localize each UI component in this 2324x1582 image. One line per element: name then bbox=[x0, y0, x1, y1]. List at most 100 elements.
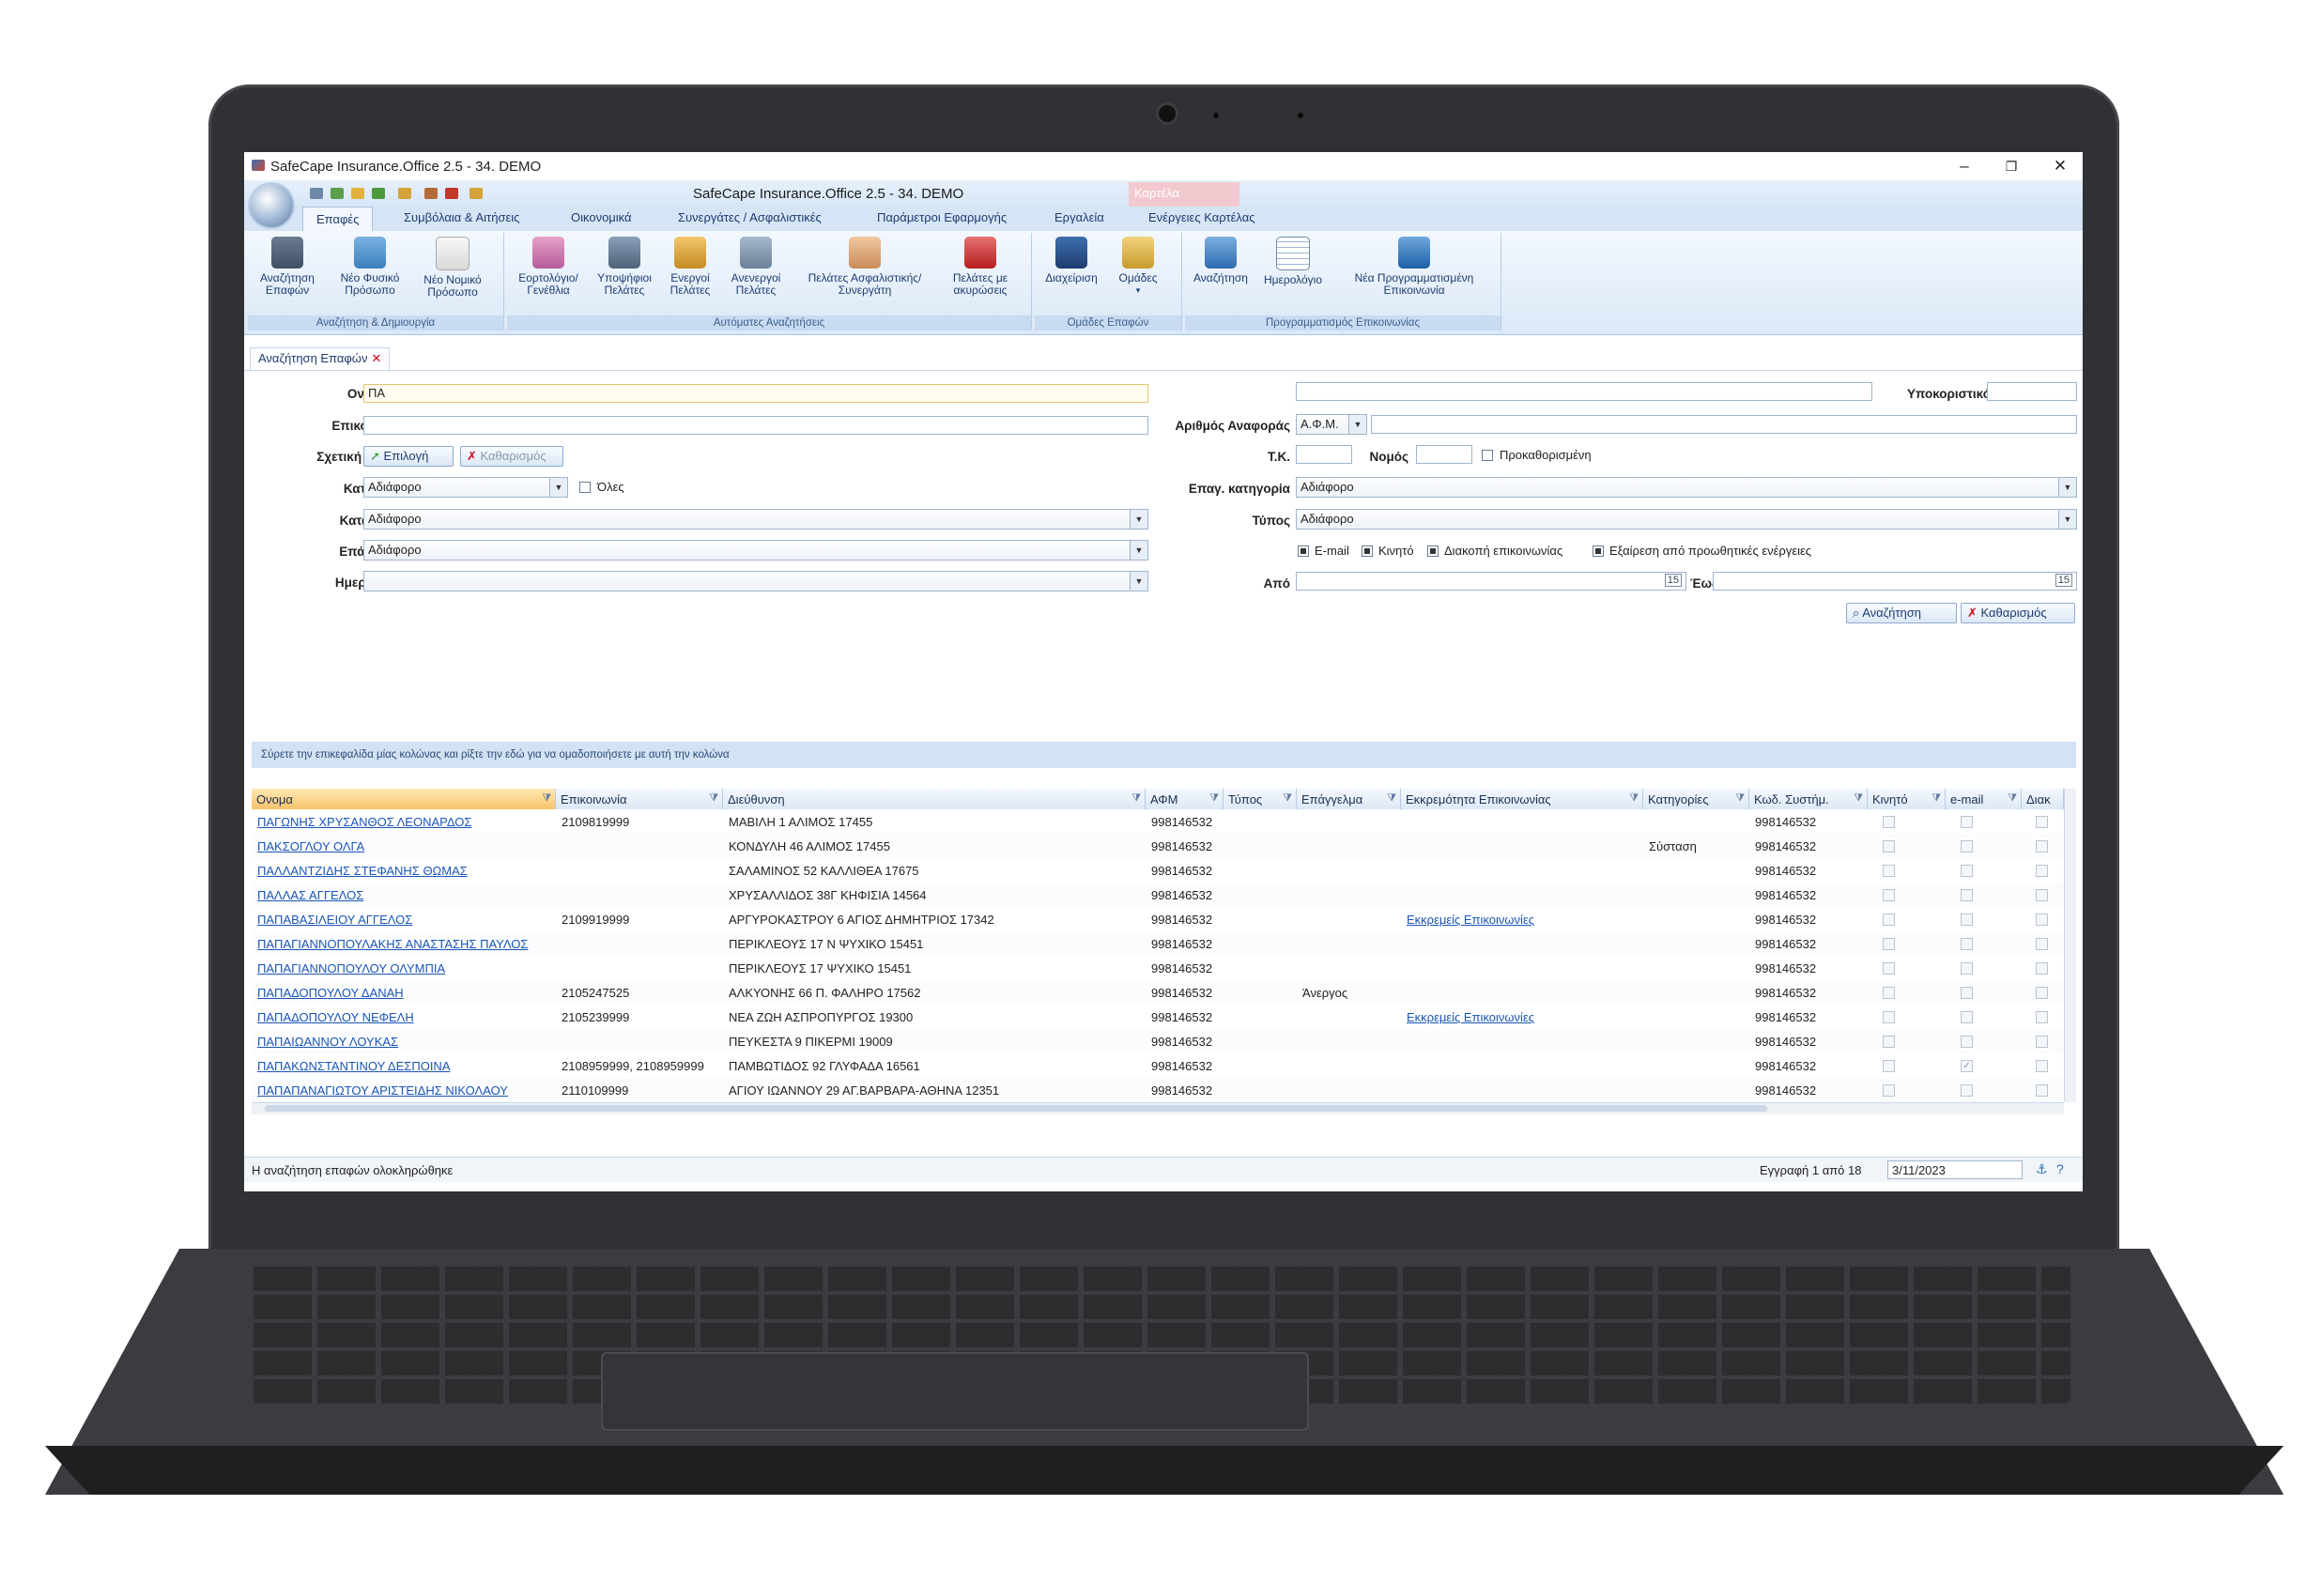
interruption-checkbox[interactable] bbox=[2036, 816, 2048, 828]
quick-action-icon[interactable] bbox=[351, 188, 364, 199]
stop-communication-checkbox[interactable] bbox=[1427, 545, 1439, 557]
epaggelma-select[interactable]: Αδιάφορο ▼ bbox=[363, 540, 1148, 561]
email-checkbox[interactable] bbox=[1961, 816, 1973, 828]
contact-name-link[interactable]: ΠΑΠΑΓΙΑΝΝΟΠΟΥΛΟΥ ΟΛΥΜΠΙΑ bbox=[257, 961, 556, 975]
column-header-mobile[interactable]: Κινητό ⧩ bbox=[1868, 789, 1946, 809]
minimize-button[interactable]: – bbox=[1944, 154, 1985, 178]
interruption-checkbox[interactable] bbox=[2036, 1060, 2048, 1072]
contact-name-link[interactable]: ΠΑΠΑΔΟΠΟΥΛΟΥ ΔΑΝΑΗ bbox=[257, 986, 556, 1000]
prospects-button[interactable]: Υποψήφιοι Πελάτες bbox=[592, 237, 657, 297]
filter-icon[interactable]: ⧩ bbox=[2008, 792, 2017, 805]
anchor-icon[interactable]: ⚓ bbox=[2036, 1161, 2048, 1177]
email-checkbox[interactable] bbox=[1961, 1011, 1973, 1023]
mobile-checkbox[interactable] bbox=[1883, 1036, 1895, 1048]
mobile-checkbox[interactable] bbox=[1883, 865, 1895, 877]
vertical-scrollbar[interactable] bbox=[2064, 789, 2076, 1102]
groups-button[interactable]: Ομάδες ▾ bbox=[1110, 237, 1166, 297]
filter-icon[interactable]: ⧩ bbox=[1209, 792, 1219, 805]
contact-name-link[interactable]: ΠΑΠΑΓΙΑΝΝΟΠΟΥΛΑΚΗΣ ΑΝΑΣΤΑΣΗΣ ΠΑΥΛΟΣ bbox=[257, 937, 556, 951]
mobile-checkbox[interactable] bbox=[1883, 889, 1895, 901]
filter-icon[interactable]: ⧩ bbox=[1854, 792, 1863, 805]
contact-name-link[interactable]: ΠΑΓΩΝΗΣ ΧΡΥΣΑΝΘΟΣ ΛΕΟΝΑΡΔΟΣ bbox=[257, 815, 556, 829]
column-header-email[interactable]: e-mail ⧩ bbox=[1946, 789, 2022, 809]
interruption-checkbox[interactable] bbox=[2036, 1036, 2048, 1048]
tab-partners[interactable]: Συνεργάτες / Ασφαλιστικές bbox=[678, 210, 822, 224]
proepilegmeni-checkbox[interactable] bbox=[1482, 450, 1493, 461]
table-row[interactable]: ΠΑΠΑΔΟΠΟΥΛΟΥ ΔΑΝΑΗ 2105247525 ΑΛΚΥΟΝΗΣ 66 … bbox=[252, 980, 2064, 1005]
inactive-clients-button[interactable]: Ανενεργοί Πελάτες bbox=[723, 237, 789, 297]
interruption-checkbox[interactable] bbox=[2036, 987, 2048, 999]
email-checkbox[interactable] bbox=[1961, 987, 1973, 999]
contact-name-link[interactable]: ΠΑΠΑΠΑΝΑΓΙΩΤΟΥ ΑΡΙΣΤΕΙΔΗΣ ΝΙΚΟΛΑΟΥ bbox=[257, 1083, 556, 1098]
email-checkbox[interactable] bbox=[1961, 1036, 1973, 1048]
filter-icon[interactable]: ⧩ bbox=[1387, 792, 1396, 805]
mobile-checkbox[interactable] bbox=[1883, 1011, 1895, 1023]
table-row[interactable]: ΠΑΛΛΑΣ ΑΓΓΕΛΟΣ ΧΡΥΣΑΛΛΙΔΟΣ 38Γ ΚΗΦΙΣΙΑ 14… bbox=[252, 883, 2064, 907]
imerominia-select[interactable]: ▼ bbox=[363, 571, 1148, 591]
arithmos-type-select[interactable]: Α.Φ.Μ. ▼ bbox=[1296, 414, 1367, 435]
mobile-checkbox[interactable] bbox=[1883, 914, 1895, 926]
email-checkbox[interactable]: ✓ bbox=[1961, 1060, 1973, 1072]
email-checkbox[interactable] bbox=[1961, 1084, 1973, 1097]
email-checkbox[interactable] bbox=[1961, 962, 1973, 975]
onoma-input[interactable] bbox=[1296, 382, 1872, 401]
new-scheduled-communication-button[interactable]: Νέα Προγραμματισμένη Επικοινωνία bbox=[1331, 237, 1497, 297]
pending-communication-link[interactable]: Εκκρεμείς Επικοινωνίες bbox=[1407, 1010, 1643, 1024]
quick-action-icon[interactable] bbox=[310, 188, 323, 199]
insurer-clients-button[interactable]: Πελάτες Ασφαλιστικής/ Συνεργάτη bbox=[794, 237, 935, 297]
calendar-icon[interactable]: 15 bbox=[2055, 574, 2072, 587]
horizontal-scrollbar[interactable] bbox=[252, 1102, 2064, 1114]
table-row[interactable]: ΠΑΠΑΔΟΠΟΥΛΟΥ ΝΕΦΕΛΗ 2105239999 ΝΕΑ ΖΩΗ ΑΣΠ… bbox=[252, 1005, 2064, 1029]
epikoinonia-input[interactable] bbox=[363, 416, 1148, 435]
filter-icon[interactable]: ⧩ bbox=[1735, 792, 1745, 805]
tab-contacts[interactable]: Επαφές bbox=[302, 207, 374, 231]
mobile-checkbox[interactable] bbox=[1883, 938, 1895, 950]
ypokoristiko-input[interactable] bbox=[1987, 382, 2077, 401]
katastasi-select[interactable]: Αδιάφορο ▼ bbox=[363, 509, 1148, 530]
arithmos-anaforas-input[interactable] bbox=[1371, 415, 2077, 434]
select-button[interactable]: ➚ Επιλογή bbox=[363, 446, 454, 467]
mobile-checkbox[interactable] bbox=[1883, 1060, 1895, 1072]
column-header-afm[interactable]: ΑΦΜ ⧩ bbox=[1146, 789, 1224, 809]
contact-name-link[interactable]: ΠΑΚΣΟΓΛΟΥ ΟΛΓΑ bbox=[257, 839, 556, 853]
interruption-checkbox[interactable] bbox=[2036, 1011, 2048, 1023]
filter-icon[interactable]: ⧩ bbox=[1629, 792, 1639, 805]
mobile-checkbox[interactable] bbox=[1883, 987, 1895, 999]
doc-tab-contact-search[interactable]: Αναζήτηση Επαφών ✕ bbox=[250, 347, 391, 370]
eos-date-input[interactable]: 15 bbox=[1713, 572, 2077, 591]
contact-name-link[interactable]: ΠΑΛΛΑΣ ΑΓΓΕΛΟΣ bbox=[257, 888, 556, 902]
tab-contracts[interactable]: Συμβόλαια & Αιτήσεις bbox=[404, 210, 519, 224]
scroll-thumb[interactable] bbox=[265, 1105, 1767, 1112]
email-checkbox[interactable] bbox=[1961, 938, 1973, 950]
tab-card-actions[interactable]: Ενέργειες Καρτέλας bbox=[1148, 210, 1254, 224]
table-row[interactable]: ΠΑΛΛΑΝΤΖΙΔΗΣ ΣΤΕΦΑΝΗΣ ΘΩΜΑΣ ΣΑΛΑΜΙΝΟΣ 52 … bbox=[252, 858, 2064, 883]
email-checkbox[interactable] bbox=[1961, 889, 1973, 901]
feast-birthdays-button[interactable]: Εορτολόγιο/ Γενέθλια bbox=[511, 237, 586, 297]
column-header-interruption[interactable]: Διακ bbox=[2022, 789, 2064, 809]
contact-name-link[interactable]: ΠΑΠΑΔΟΠΟΥΛΟΥ ΝΕΦΕΛΗ bbox=[257, 1010, 556, 1024]
table-row[interactable]: ΠΑΠΑΙΩΑΝΝΟΥ ΛΟΥΚΑΣ ΠΕΥΚΕΣΤΑ 9 ΠΙΚΕΡΜΙ 190… bbox=[252, 1029, 2064, 1053]
search-button[interactable]: ⌕ Αναζήτηση bbox=[1846, 603, 1957, 623]
pending-communication-link[interactable]: Εκκρεμείς Επικοινωνίες bbox=[1407, 913, 1643, 927]
column-header-categories[interactable]: Κατηγορίες ⧩ bbox=[1643, 789, 1749, 809]
help-icon[interactable]: ? bbox=[2056, 1161, 2064, 1176]
column-header-contact[interactable]: Επικοινωνία ⧩ bbox=[556, 789, 723, 809]
typos-select[interactable]: Αδιάφορο ▼ bbox=[1296, 509, 2077, 530]
column-header-type[interactable]: Τύπος ⧩ bbox=[1224, 789, 1297, 809]
mobile-checkbox[interactable] bbox=[1362, 545, 1373, 557]
tab-parameters[interactable]: Παράμετροι Εφαρμογής bbox=[877, 210, 1007, 224]
mobile-checkbox[interactable] bbox=[1883, 816, 1895, 828]
oles-checkbox[interactable] bbox=[579, 482, 591, 493]
nomos-input[interactable] bbox=[1416, 445, 1472, 464]
contact-name-link[interactable]: ΠΑΠΑΚΩΝΣΤΑΝΤΙΝΟΥ ΔΕΣΠΟΙΝΑ bbox=[257, 1059, 556, 1073]
table-row[interactable]: ΠΑΓΩΝΗΣ ΧΡΥΣΑΝΘΟΣ ΛΕΟΝΑΡΔΟΣ 2109819999 ΜΑΒ… bbox=[252, 809, 2064, 834]
table-row[interactable]: ΠΑΠΑΒΑΣΙΛΕΙΟΥ ΑΓΓΕΛΟΣ 2109919999 ΑΡΓΥΡΟΚΑΣ… bbox=[252, 907, 2064, 931]
manage-groups-button[interactable]: Διαχείριση bbox=[1039, 237, 1104, 284]
interruption-checkbox[interactable] bbox=[2036, 840, 2048, 852]
cancelled-clients-button[interactable]: Πελάτες με ακυρώσεις bbox=[941, 237, 1020, 297]
column-header-system-code[interactable]: Κωδ. Συστήμ. ⧩ bbox=[1749, 789, 1868, 809]
table-row[interactable]: ΠΑΠΑΓΙΑΝΝΟΠΟΥΛΑΚΗΣ ΑΝΑΣΤΑΣΗΣ ΠΑΥΛΟΣ ΠΕΡΙΚ… bbox=[252, 931, 2064, 956]
close-icon[interactable]: ✕ bbox=[371, 351, 381, 365]
filter-icon[interactable]: ⧩ bbox=[1932, 792, 1941, 805]
tab-financial[interactable]: Οικονομικά bbox=[571, 210, 632, 224]
